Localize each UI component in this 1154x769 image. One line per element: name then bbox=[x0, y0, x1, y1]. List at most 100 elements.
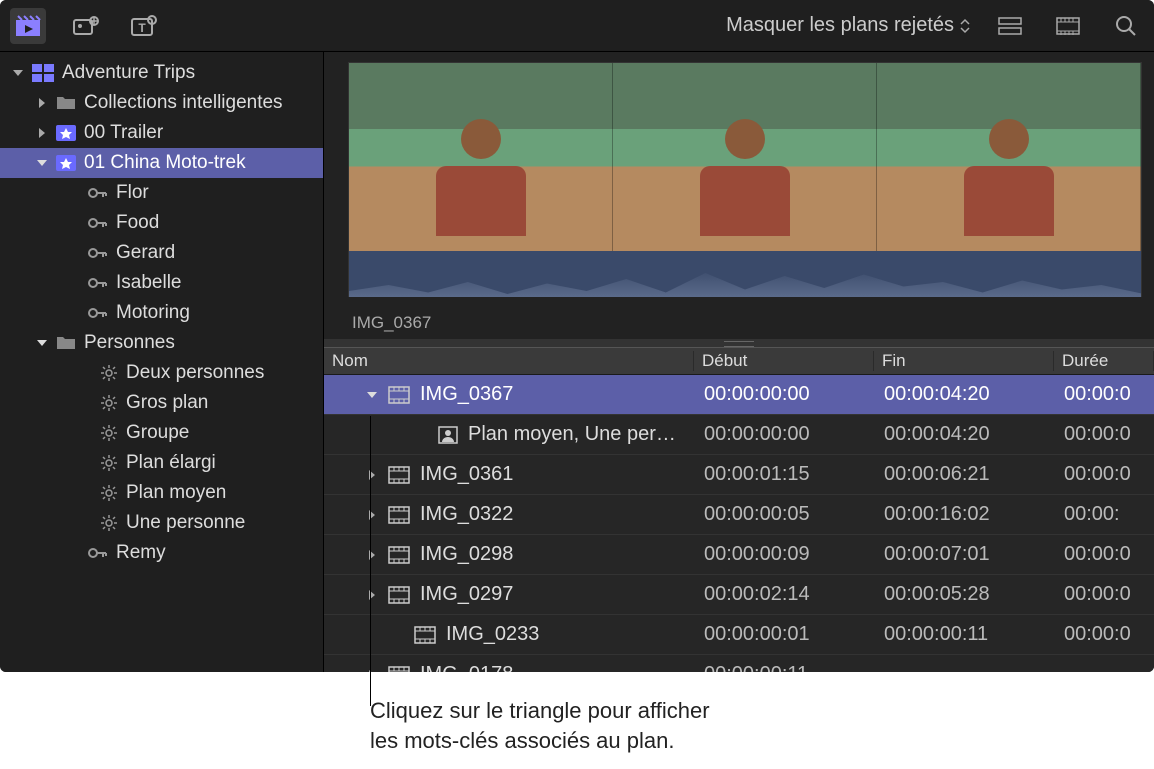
sidebar-item[interactable]: Deux personnes bbox=[0, 358, 323, 388]
clip-name: IMG_0322 bbox=[420, 503, 513, 526]
sidebar-item-label: Personnes bbox=[84, 332, 175, 354]
group-icon[interactable] bbox=[992, 8, 1028, 44]
library-label: Adventure Trips bbox=[62, 62, 195, 84]
start-timecode: 00:00:01:15 bbox=[694, 463, 874, 486]
sidebar-item-label: Gros plan bbox=[126, 392, 208, 414]
sidebar-item[interactable]: Plan moyen bbox=[0, 478, 323, 508]
person-icon bbox=[438, 426, 458, 444]
sidebar-item[interactable]: Personnes bbox=[0, 328, 323, 358]
clip-name: IMG_0178 bbox=[420, 663, 513, 672]
clip-name-label: IMG_0367 bbox=[324, 307, 1154, 339]
clip-icon bbox=[388, 586, 410, 604]
start-timecode: 00:00:00:11 bbox=[694, 663, 874, 672]
start-timecode: 00:00:02:14 bbox=[694, 583, 874, 606]
sidebar-item-label: Gerard bbox=[116, 242, 175, 264]
disclosure-icon[interactable] bbox=[366, 469, 378, 481]
clip-name: IMG_0367 bbox=[420, 383, 513, 406]
gear-icon bbox=[100, 484, 118, 502]
sidebar-item-label: Collections intelligentes bbox=[84, 92, 283, 114]
sidebar-item-label: Isabelle bbox=[116, 272, 182, 294]
col-duration[interactable]: Durée bbox=[1054, 351, 1154, 371]
filmstrip[interactable] bbox=[324, 52, 1154, 307]
start-timecode: 00:00:00:00 bbox=[694, 383, 874, 406]
caption: Cliquez sur le triangle pour afficher le… bbox=[0, 672, 1154, 755]
gear-icon bbox=[100, 454, 118, 472]
photos-music-tab-icon[interactable] bbox=[68, 8, 104, 44]
col-end[interactable]: Fin bbox=[874, 351, 1054, 371]
sidebar-item[interactable]: Plan élargi bbox=[0, 448, 323, 478]
table-row[interactable]: IMG_0367 00:00:00:0000:00:04:2000:00:0 bbox=[324, 375, 1154, 415]
star-icon bbox=[56, 155, 76, 171]
end-timecode: 00:00:07:01 bbox=[874, 543, 1054, 566]
table-row[interactable]: IMG_029800:00:00:0900:00:07:0100:00:0 bbox=[324, 535, 1154, 575]
end-timecode: 00:00:05:28 bbox=[874, 583, 1054, 606]
sidebar-item[interactable]: Motoring bbox=[0, 298, 323, 328]
sidebar-item[interactable]: Flor bbox=[0, 178, 323, 208]
duration-timecode: 00:00:0 bbox=[1054, 623, 1154, 646]
sidebar-item[interactable]: Gerard bbox=[0, 238, 323, 268]
audio-waveform bbox=[349, 251, 1141, 297]
sidebar-library[interactable]: Adventure Trips bbox=[0, 58, 323, 88]
sidebar-item[interactable]: 00 Trailer bbox=[0, 118, 323, 148]
start-timecode: 00:00:00:09 bbox=[694, 543, 874, 566]
sidebar-item-label: Une personne bbox=[126, 512, 245, 534]
clip-icon bbox=[388, 386, 410, 404]
table-row[interactable]: IMG_036100:00:01:1500:00:06:2100:00:0 bbox=[324, 455, 1154, 495]
key-icon bbox=[88, 216, 108, 230]
sidebar-item[interactable]: Food bbox=[0, 208, 323, 238]
key-icon bbox=[88, 276, 108, 290]
sidebar-item[interactable]: Remy bbox=[0, 538, 323, 568]
start-timecode: 00:00:00:01 bbox=[694, 623, 874, 646]
clip-icon bbox=[388, 546, 410, 564]
table-row[interactable]: IMG_032200:00:00:0500:00:16:0200:00: bbox=[324, 495, 1154, 535]
key-icon bbox=[88, 546, 108, 560]
disclosure-icon[interactable] bbox=[366, 549, 378, 561]
filmstrip-view-icon[interactable] bbox=[1050, 8, 1086, 44]
col-start[interactable]: Début bbox=[694, 351, 874, 371]
start-timecode: 00:00:00:05 bbox=[694, 503, 874, 526]
sidebar-item[interactable]: Gros plan bbox=[0, 388, 323, 418]
clip-preview[interactable] bbox=[348, 62, 1142, 297]
sidebar-item-label: Food bbox=[116, 212, 159, 234]
splitter-handle[interactable] bbox=[324, 339, 1154, 347]
table-row[interactable]: Plan moyen, Une per…00:00:00:0000:00:04:… bbox=[324, 415, 1154, 455]
disclosure-icon[interactable] bbox=[366, 669, 378, 673]
sidebar-item-label: Plan moyen bbox=[126, 482, 226, 504]
sidebar-item-label: 01 China Moto-trek bbox=[84, 152, 246, 174]
table-row[interactable]: IMG_023300:00:00:0100:00:00:1100:00:0 bbox=[324, 615, 1154, 655]
disclosure-icon[interactable] bbox=[366, 589, 378, 601]
filter-dropdown[interactable]: Masquer les plans rejetés bbox=[726, 14, 970, 37]
folder-icon bbox=[56, 95, 76, 111]
sidebar-item[interactable]: Une personne bbox=[0, 508, 323, 538]
end-timecode: 00:00:04:20 bbox=[874, 383, 1054, 406]
table-row[interactable]: IMG_0178 00:00:00:11 bbox=[324, 655, 1154, 672]
folder-icon bbox=[56, 335, 76, 351]
library-tab-icon[interactable] bbox=[10, 8, 46, 44]
search-icon[interactable] bbox=[1108, 8, 1144, 44]
sidebar-item[interactable]: 01 China Moto-trek bbox=[0, 148, 323, 178]
disclosure-icon[interactable] bbox=[416, 423, 428, 446]
clip-name: IMG_0298 bbox=[420, 543, 513, 566]
table-row[interactable]: IMG_029700:00:02:1400:00:05:2800:00:0 bbox=[324, 575, 1154, 615]
filter-label: Masquer les plans rejetés bbox=[726, 14, 954, 37]
disclosure-icon[interactable] bbox=[366, 509, 378, 521]
sidebar-item-label: Motoring bbox=[116, 302, 190, 324]
sidebar-item[interactable]: Collections intelligentes bbox=[0, 88, 323, 118]
key-icon bbox=[88, 306, 108, 320]
disclosure-icon[interactable] bbox=[392, 623, 404, 646]
sidebar-item-label: Plan élargi bbox=[126, 452, 216, 474]
duration-timecode: 00:00:0 bbox=[1054, 383, 1154, 406]
sidebar-item-label: Deux personnes bbox=[126, 362, 264, 384]
gear-icon bbox=[100, 364, 118, 382]
sidebar-item[interactable]: Groupe bbox=[0, 418, 323, 448]
col-name[interactable]: Nom bbox=[324, 351, 694, 371]
clip-name: IMG_0361 bbox=[420, 463, 513, 486]
sidebar-item-label: Groupe bbox=[126, 422, 189, 444]
start-timecode: 00:00:00:00 bbox=[694, 423, 874, 446]
duration-timecode: 00:00: bbox=[1054, 503, 1154, 526]
svg-text:T: T bbox=[138, 21, 146, 35]
table-body: IMG_036700:00:00:0000:00:04:2000:00:0Pla… bbox=[324, 375, 1154, 672]
titles-tab-icon[interactable]: T bbox=[126, 8, 162, 44]
sidebar-item[interactable]: Isabelle bbox=[0, 268, 323, 298]
disclosure-icon[interactable] bbox=[366, 389, 378, 401]
